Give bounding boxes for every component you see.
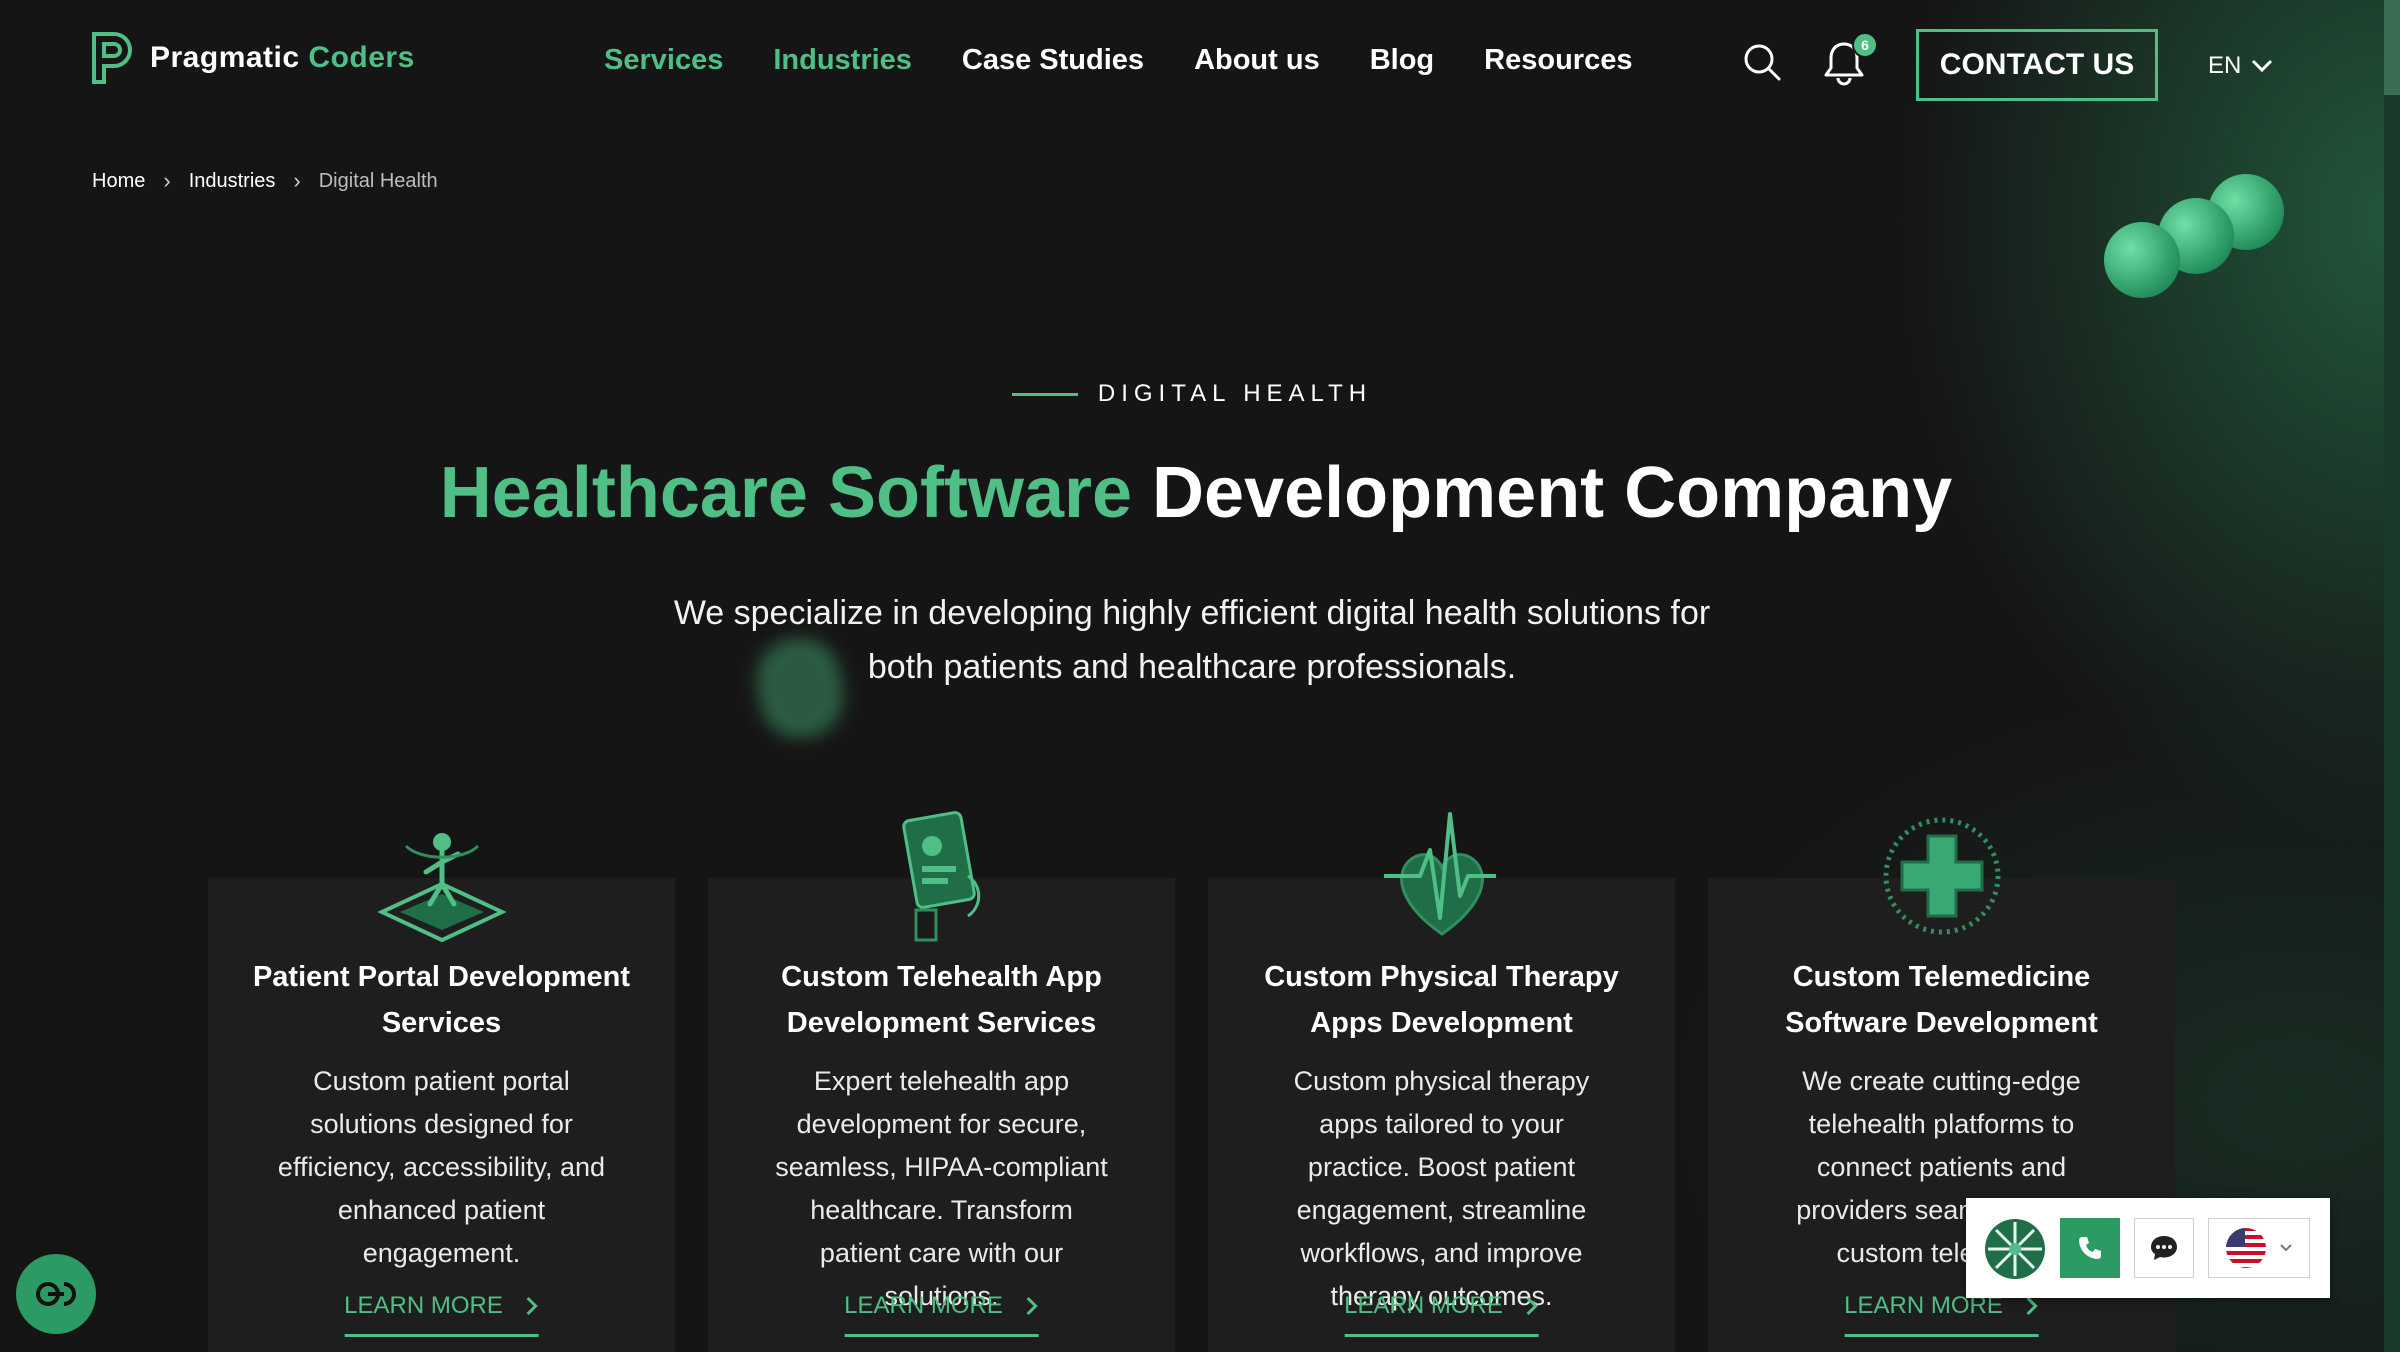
chevron-right-icon: › [293,168,301,193]
scrollbar-thumb[interactable] [2384,0,2400,95]
card-title: Custom Telemedicine Software Development [1785,961,2098,1039]
nav-resources[interactable]: Resources [1484,44,1632,77]
notification-badge: 6 [1852,32,1878,58]
eyebrow-line [1011,392,1078,396]
us-flag-icon [2226,1228,2266,1268]
medical-cross-icon [1883,817,2000,935]
nav-about-us[interactable]: About us [1194,44,1320,77]
search-icon[interactable] [1742,42,1782,82]
phone-button[interactable] [2060,1218,2120,1278]
chevron-down-icon [2252,59,2273,73]
patient-portal-icon [376,833,507,943]
nav-industries[interactable]: Industries [773,44,912,77]
breadcrumb: Home › Industries › Digital Health [92,168,438,194]
main-nav: Services Industries Case Studies About u… [604,44,1632,77]
chat-icon [2151,1236,2177,1260]
service-card: Custom Telehealth App Development Servic… [708,811,1175,1352]
chevron-right-icon [2026,1296,2038,1316]
scrollbar[interactable] [2384,0,2400,1352]
hero-eyebrow: DIGITAL HEALTH [0,380,2384,408]
breadcrumb-current: Digital Health [318,169,438,192]
logo-mark-icon [92,32,132,84]
chevron-right-icon [1526,1296,1538,1316]
card-title: Custom Physical Therapy Apps Development [1264,961,1619,1039]
brand-logo[interactable]: Pragmatic Coders [90,30,415,86]
card-description: Custom patient portal solutions designed… [277,1066,606,1268]
telehealth-app-icon [901,811,980,942]
breadcrumb-industries[interactable]: Industries [189,170,276,193]
language-label: EN [2208,52,2242,79]
eyebrow-text: DIGITAL HEALTH [1097,380,1373,407]
learn-more-label: LEARN MORE [1344,1292,1503,1319]
brand-name-part2: Coders [308,41,415,74]
learn-more-link[interactable]: LEARN MORE [1344,1292,1539,1337]
chevron-right-icon: › [163,168,171,193]
card-title: Custom Telehealth App Development Servic… [781,961,1102,1039]
site-header: Pragmatic Coders Services Industries Cas… [0,0,2384,130]
hero-subtitle: We specialize in developing highly effic… [673,594,1711,686]
chevron-right-icon [526,1296,538,1316]
card-title: Patient Portal Development Services [252,961,631,1039]
learn-more-link[interactable]: LEARN MORE [1844,1292,2039,1337]
contact-us-button[interactable]: CONTACT US [1916,29,2158,101]
contact-widget [1966,1198,2330,1298]
decorative-spheres [2104,174,2284,298]
service-card: Custom Physical Therapy Apps Development… [1208,812,1675,1352]
nav-case-studies[interactable]: Case Studies [962,44,1144,77]
brand-name-part1: Pragmatic [150,41,300,74]
title-rest: Development Company [1132,453,1953,533]
widget-language-selector[interactable] [2208,1218,2310,1278]
title-highlight: Healthcare Software [439,453,1133,533]
nav-services[interactable]: Services [604,44,723,77]
card-description: Custom physical therapy apps tailored to… [1293,1066,1590,1311]
learn-more-label: LEARN MORE [844,1292,1003,1319]
service-card: Patient Portal Development Services Cust… [208,833,675,1352]
phone-icon [2079,1237,2101,1259]
learn-more-label: LEARN MORE [344,1292,503,1319]
card-description: Expert telehealth app development for se… [775,1066,1108,1311]
chevron-down-icon [2280,1244,2292,1252]
chat-button[interactable] [2134,1218,2194,1278]
language-selector[interactable]: EN [2208,52,2273,80]
learn-more-link[interactable]: LEARN MORE [844,1292,1039,1337]
nav-blog[interactable]: Blog [1370,44,1434,77]
page-title: Healthcare Software Development Company [0,452,2392,534]
accessibility-button[interactable] [16,1254,96,1334]
heartbeat-icon [1383,812,1496,936]
chevron-right-icon [1026,1296,1038,1316]
learn-more-link[interactable]: LEARN MORE [344,1292,539,1337]
accessibility-icon [36,1281,76,1307]
brand-name: Pragmatic Coders [150,41,415,75]
breadcrumb-home[interactable]: Home [92,170,145,193]
brand-badge-icon[interactable] [1984,1218,2046,1280]
